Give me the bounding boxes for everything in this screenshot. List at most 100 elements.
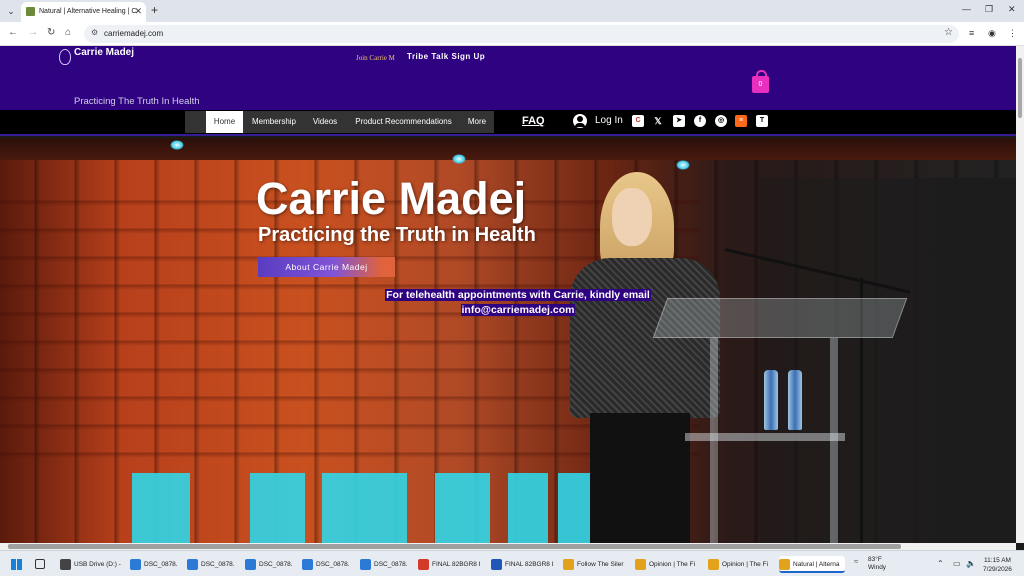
taskbar-item[interactable]: Natural | Alterna [779, 556, 845, 573]
taskbar-item[interactable]: DSC_0878. [302, 556, 356, 573]
cart-icon[interactable]: 0 [752, 70, 769, 93]
bookmark-star-icon[interactable]: ☆ [944, 27, 953, 38]
app-icon [245, 559, 256, 570]
hero-subtitle: Practicing the Truth in Health [258, 224, 536, 246]
site-tagline: Practicing The Truth In Health [74, 96, 200, 107]
tab-search-button[interactable]: ⌄ [3, 3, 19, 19]
user-avatar-icon[interactable] [573, 114, 587, 128]
app-icon [302, 559, 313, 570]
task-view-icon[interactable] [35, 559, 45, 569]
scrollbar-thumb[interactable] [1018, 58, 1022, 118]
close-tab-icon[interactable]: ✕ [134, 6, 142, 17]
taskbar-item[interactable]: Opinion | The Fi [708, 556, 776, 573]
instagram-icon[interactable]: ◎ [715, 115, 727, 127]
taskbar-item[interactable]: USB Drive (D:) - [60, 556, 128, 573]
taskbar-item[interactable]: FINAL 82BGR8 I [491, 556, 561, 573]
windows-start-icon[interactable] [11, 559, 22, 570]
hero-title: Carrie Madej [256, 173, 527, 224]
taskbar-item[interactable]: DSC_0878. [187, 556, 241, 573]
cart-count: 0 [758, 81, 763, 88]
show-hidden-icons-icon[interactable]: ⌃ [937, 559, 944, 568]
taskbar-clock[interactable]: 11:15 AM 7/29/2026 [983, 556, 1012, 574]
taskbar-item-label: Natural | Alterna [793, 561, 840, 568]
stage-letter-block [132, 473, 190, 543]
logo-leaf-icon[interactable] [59, 49, 71, 65]
c-icon[interactable]: C [632, 115, 644, 127]
vertical-scrollbar[interactable] [1016, 46, 1024, 543]
water-bottle [788, 370, 802, 430]
taskbar-item[interactable]: DSC_0878. [130, 556, 184, 573]
taskbar-item[interactable]: Follow The Siler [563, 556, 631, 573]
taskbar-item-label: Opinion | The Fi [649, 561, 696, 568]
tribe-talk-signup-link[interactable]: Tribe Talk Sign Up [407, 52, 485, 61]
horizontal-scrollbar[interactable] [0, 543, 1016, 550]
acrylic-podium [640, 298, 908, 543]
home-icon[interactable]: ⌂ [65, 27, 71, 38]
taskbar-item[interactable]: FINAL 82BGR8 I [418, 556, 488, 573]
scrollbar-thumb[interactable] [8, 544, 901, 549]
volume-icon[interactable]: 🔈 [966, 559, 976, 568]
taskbar-item[interactable]: Opinion | The Fi [635, 556, 703, 573]
taskbar-item-label: DSC_0878. [374, 561, 408, 568]
stage-light [676, 160, 690, 170]
join-carrie-link[interactable]: Join Carrie M [356, 54, 399, 62]
speaker-face [612, 188, 652, 246]
x-icon[interactable]: 𝕏 [652, 115, 664, 127]
facebook-icon[interactable]: f [694, 115, 706, 127]
app-icon [563, 559, 574, 570]
app-icon [708, 559, 719, 570]
nav-item-product-recommendations[interactable]: Product Recommendations [351, 111, 456, 133]
reload-icon[interactable]: ↻ [47, 27, 55, 38]
browser-tab-active[interactable]: Natural | Alternative Healing | C ✕ [21, 2, 146, 22]
close-window-icon[interactable]: ✕ [1008, 4, 1016, 15]
forward-icon[interactable]: → [28, 27, 38, 38]
substack-icon[interactable]: ≡ [735, 115, 747, 127]
logo-name[interactable]: Carrie Madej [74, 47, 134, 58]
stage-letter-block [322, 473, 407, 543]
taskbar-item[interactable]: DSC_0878. [360, 556, 414, 573]
network-icon[interactable]: ▭ [953, 559, 961, 568]
about-carrie-button[interactable]: About Carrie Madej [258, 257, 395, 277]
restore-icon[interactable]: ❐ [985, 4, 993, 15]
windows-taskbar: USB Drive (D:) - DSC_0878. DSC_0878. DSC_08… [0, 550, 1024, 576]
wind-icon: ≈ [854, 557, 859, 566]
telehealth-email[interactable]: info@carriemadej.com [460, 304, 576, 316]
nav-item-membership[interactable]: Membership [247, 111, 301, 133]
back-icon[interactable]: ← [8, 27, 18, 38]
taskbar-item-label: Follow The Siler [577, 561, 624, 568]
site-favicon-icon [26, 7, 35, 16]
app-icon [60, 559, 71, 570]
new-tab-button[interactable]: + [151, 3, 158, 17]
podium-top [652, 298, 908, 338]
truth-social-icon[interactable]: T [756, 115, 768, 127]
app-icon [779, 559, 790, 570]
url-input[interactable]: ⚙ carriemadej.com ☆ [84, 25, 959, 43]
clock-time: 11:15 AM [983, 557, 1011, 564]
app-icon [491, 559, 502, 570]
tab-media-icon[interactable]: ≡ [969, 28, 974, 38]
taskbar-item-label: DSC_0878. [259, 561, 293, 568]
weather-widget[interactable]: ≈ 83°F Windy [854, 556, 886, 572]
clock-date: 7/29/2026 [983, 566, 1012, 573]
nav-item-videos[interactable]: Videos [309, 111, 341, 133]
nav-item-more[interactable]: More [464, 111, 490, 133]
podium-shelf [685, 433, 845, 441]
tab-title: Natural | Alternative Healing | C [39, 8, 137, 15]
telegram-icon[interactable]: ➤ [673, 115, 685, 127]
login-link[interactable]: Log In [595, 115, 623, 126]
site-info-icon[interactable]: ⚙ [91, 28, 98, 37]
telehealth-notice: For telehealth appointments with Carrie,… [360, 288, 676, 318]
address-bar-row: ← → ↻ ⌂ ⚙ carriemadej.com ☆ ≡ ◉ ⋮ [0, 22, 1024, 46]
stage-letter-block [250, 473, 305, 543]
minimize-icon[interactable]: — [962, 4, 971, 14]
nav-menu: Home Membership Videos Product Recommend… [185, 111, 494, 133]
taskbar-item-label: FINAL 82BGR8 I [505, 561, 554, 568]
website-viewport: Carrie Madej Join Carrie M Tribe Talk Si… [0, 46, 1016, 543]
app-icon [187, 559, 198, 570]
stage-light [452, 154, 466, 164]
taskbar-item[interactable]: DSC_0878. [245, 556, 299, 573]
profile-icon[interactable]: ◉ [988, 28, 996, 39]
nav-item-home[interactable]: Home [206, 111, 243, 133]
menu-icon[interactable]: ⋮ [1008, 28, 1017, 39]
faq-link[interactable]: FAQ [522, 115, 545, 127]
